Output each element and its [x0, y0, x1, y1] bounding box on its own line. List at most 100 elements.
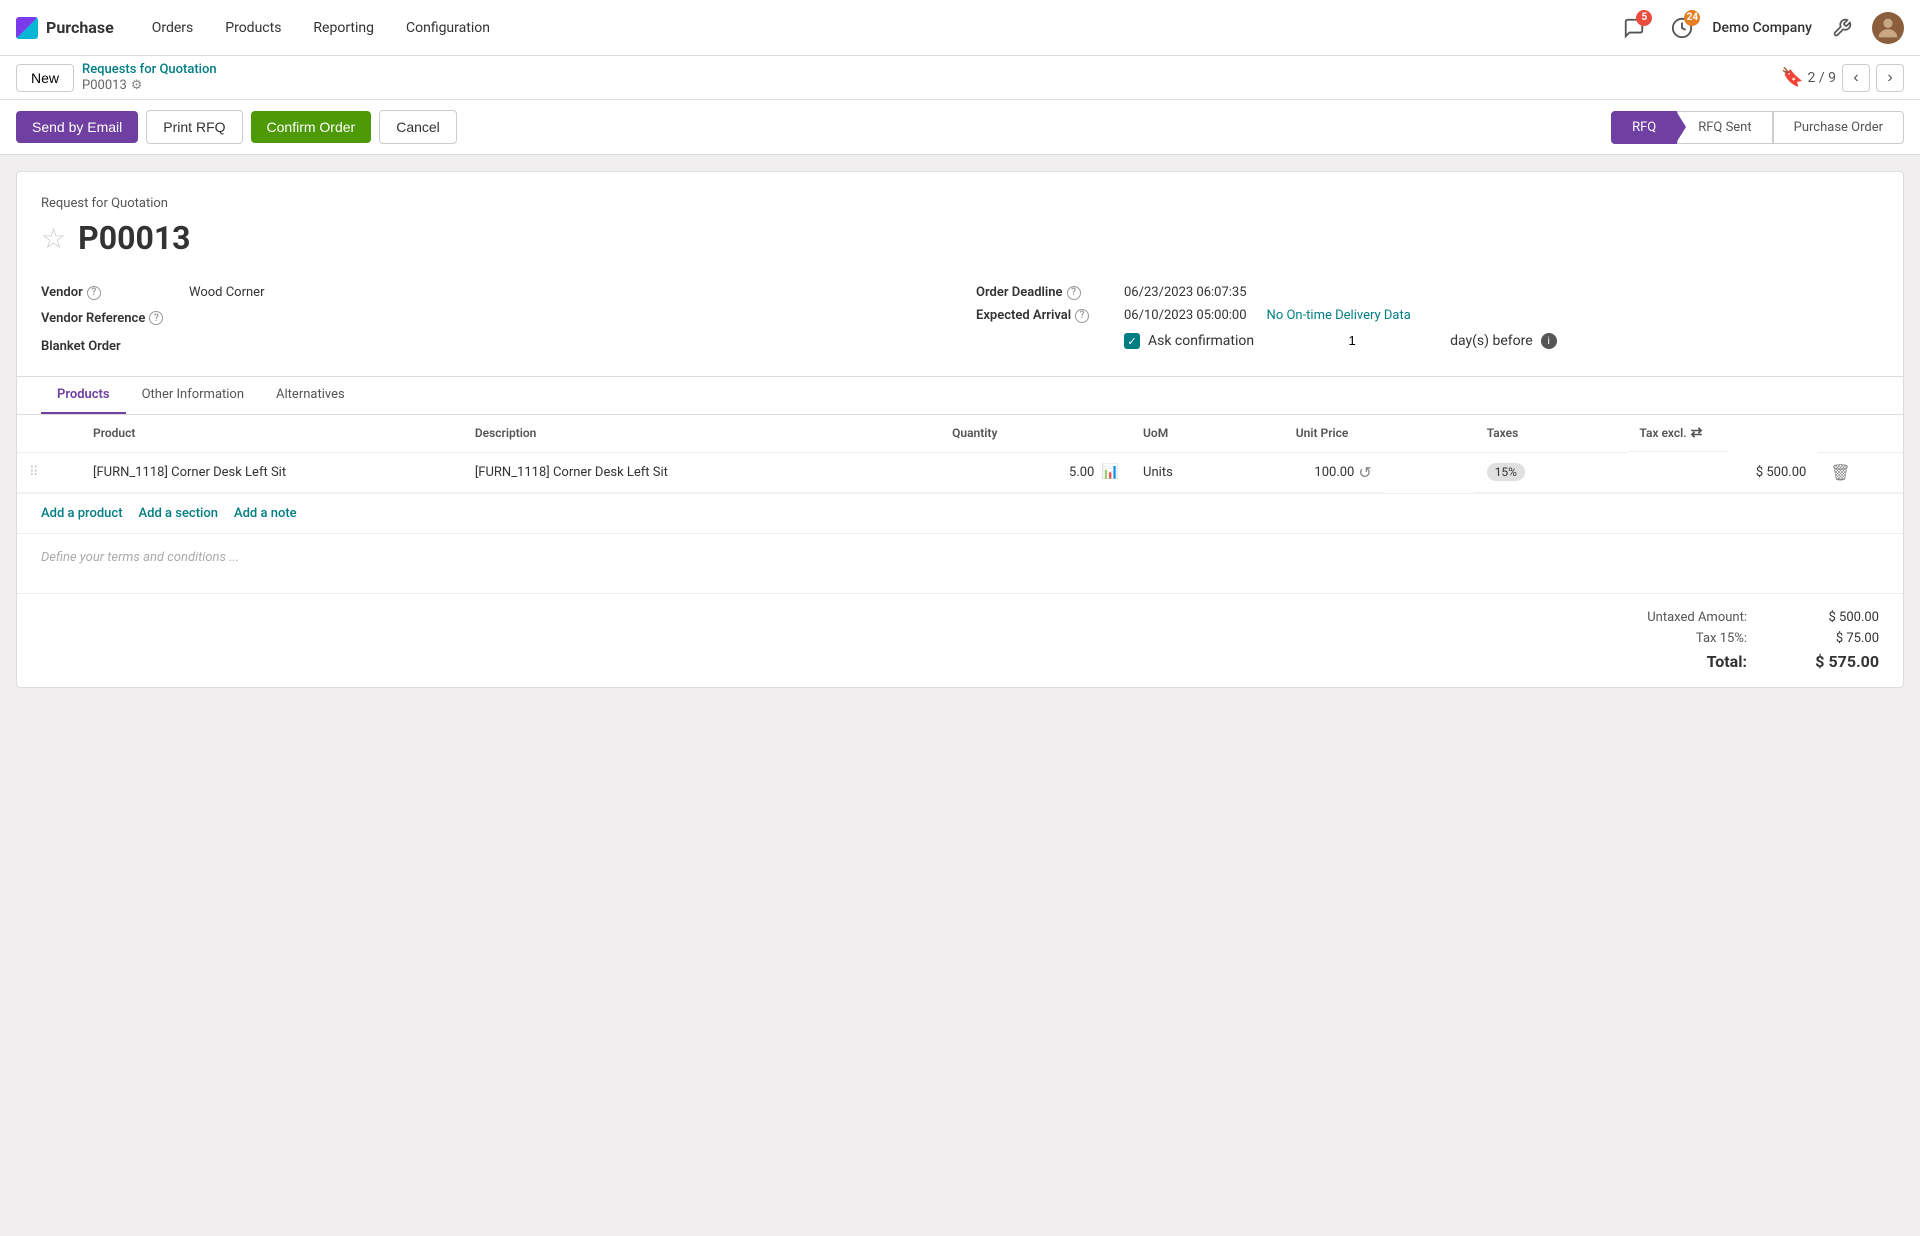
products-tab-content: Product Description Quantity UoM Unit Pr…	[17, 415, 1903, 533]
col-taxes-header: Taxes	[1475, 415, 1628, 452]
table-row: ⠿ [FURN_1118] Corner Desk Left Sit [FURN…	[17, 452, 1903, 493]
breadcrumb-parent-link[interactable]: Requests for Quotation	[82, 62, 217, 77]
add-product-link[interactable]: Add a product	[41, 506, 123, 521]
total-value: $ 575.00	[1779, 652, 1879, 671]
confirm-order-button[interactable]: Confirm Order	[251, 111, 372, 143]
product-cell[interactable]: [FURN_1118] Corner Desk Left Sit	[81, 452, 463, 493]
price-reset-icon[interactable]: ↺	[1358, 463, 1371, 482]
add-section-link[interactable]: Add a section	[139, 506, 218, 521]
form-fields-left: Vendor ? Wood Corner Vendor Reference ? …	[41, 281, 944, 360]
qty-chart-icon[interactable]: 📊	[1102, 464, 1119, 480]
total-label: Total:	[1607, 652, 1747, 671]
terms-section[interactable]: Define your terms and conditions ...	[17, 533, 1903, 593]
chat-button[interactable]: 5	[1616, 10, 1652, 46]
ask-confirmation-row: ✓ Ask confirmation day(s) before i	[976, 327, 1879, 355]
nav-right: 5 24 Demo Company	[1616, 10, 1904, 46]
app-name: Purchase	[46, 18, 114, 37]
tab-products[interactable]: Products	[41, 377, 126, 414]
print-rfq-button[interactable]: Print RFQ	[146, 110, 242, 144]
uom-cell[interactable]: Units	[1131, 452, 1284, 493]
vendor-row: Vendor ? Wood Corner	[41, 281, 944, 304]
expected-arrival-label: Expected Arrival ?	[976, 308, 1116, 323]
form-title-row: ☆ P00013	[41, 219, 1879, 257]
col-price-header: Unit Price	[1284, 415, 1475, 452]
total-cell: $ 500.00	[1627, 452, 1818, 493]
settings-button[interactable]	[1824, 10, 1860, 46]
delete-icon[interactable]: 🗑	[1830, 463, 1850, 482]
bookmark-icon[interactable]: 🔖	[1781, 67, 1803, 88]
drag-handle[interactable]: ⠿	[17, 452, 81, 493]
ask-confirmation-checkbox[interactable]: ✓	[1124, 333, 1140, 349]
cancel-button[interactable]: Cancel	[379, 110, 457, 144]
status-purchase-order[interactable]: Purchase Order	[1773, 111, 1904, 144]
pager-text: 2 / 9	[1808, 70, 1836, 86]
order-deadline-row: Order Deadline ? 06/23/2023 06:07:35	[976, 281, 1879, 304]
untaxed-row: Untaxed Amount: $ 500.00	[1607, 610, 1879, 625]
blanket-order-row: Blanket Order	[41, 332, 944, 360]
form-header: Request for Quotation ☆ P00013 Vendor ? …	[17, 172, 1903, 376]
company-name: Demo Company	[1712, 20, 1812, 36]
table-footer: Add a product Add a section Add a note	[17, 493, 1903, 533]
user-avatar[interactable]	[1872, 12, 1904, 44]
desc-cell[interactable]: [FURN_1118] Corner Desk Left Sit	[463, 452, 940, 493]
price-cell: 100.00 ↺	[1284, 453, 1384, 493]
status-pipeline: RFQ RFQ Sent Purchase Order	[1611, 111, 1904, 144]
status-rfq[interactable]: RFQ	[1611, 111, 1677, 144]
nav-products[interactable]: Products	[211, 12, 295, 44]
new-button[interactable]: New	[16, 64, 74, 92]
record-number-title: P00013	[78, 219, 190, 257]
expected-arrival-value[interactable]: 06/10/2023 05:00:00	[1124, 308, 1247, 323]
topnav: Purchase Orders Products Reporting Confi…	[0, 0, 1920, 56]
vendor-value[interactable]: Wood Corner	[189, 285, 264, 300]
favorite-star-icon[interactable]: ☆	[41, 222, 66, 255]
blanket-order-input[interactable]	[189, 336, 373, 356]
clock-badge: 24	[1684, 10, 1700, 26]
ask-confirmation-info-icon[interactable]: i	[1541, 333, 1557, 349]
tab-alternatives[interactable]: Alternatives	[260, 377, 361, 414]
nav-orders[interactable]: Orders	[138, 12, 208, 44]
order-deadline-label: Order Deadline ?	[976, 285, 1116, 300]
vendor-ref-help-icon[interactable]: ?	[149, 311, 163, 325]
order-deadline-value[interactable]: 06/23/2023 06:07:35	[1124, 285, 1247, 300]
form-fields: Vendor ? Wood Corner Vendor Reference ? …	[41, 281, 1879, 360]
grand-total-row: Total: $ 575.00	[1607, 652, 1879, 671]
clock-button[interactable]: 24	[1664, 10, 1700, 46]
vendor-help-icon[interactable]: ?	[87, 286, 101, 300]
col-action-header	[1818, 415, 1903, 452]
breadcrumb-left: New Requests for Quotation P00013 ⚙	[16, 62, 217, 93]
tax-label: Tax 15%:	[1607, 631, 1747, 646]
breadcrumb-right: 🔖 2 / 9 ‹ ›	[1781, 64, 1904, 92]
add-note-link[interactable]: Add a note	[234, 506, 297, 521]
vendor-label: Vendor ?	[41, 285, 181, 300]
expected-arrival-help-icon[interactable]: ?	[1075, 309, 1089, 323]
untaxed-value: $ 500.00	[1779, 610, 1879, 625]
tab-other-information[interactable]: Other Information	[126, 377, 260, 414]
column-adjust-icon[interactable]: ⇄	[1691, 425, 1703, 441]
tax-badge[interactable]: 15%	[1487, 463, 1525, 481]
expected-arrival-row: Expected Arrival ? 06/10/2023 05:00:00 N…	[976, 304, 1879, 327]
pager-prev-button[interactable]: ‹	[1842, 64, 1870, 92]
untaxed-label: Untaxed Amount:	[1607, 610, 1747, 625]
record-id: P00013	[82, 78, 127, 93]
nav-reporting[interactable]: Reporting	[299, 12, 388, 44]
ask-confirmation-days-input[interactable]	[1262, 331, 1442, 351]
order-deadline-help-icon[interactable]: ?	[1067, 286, 1081, 300]
nav-configuration[interactable]: Configuration	[392, 12, 504, 44]
no-delivery-link[interactable]: No On-time Delivery Data	[1267, 308, 1411, 323]
col-drag-header	[17, 415, 81, 452]
send-email-button[interactable]: Send by Email	[16, 111, 138, 143]
col-total-header: Tax excl. ⇄	[1627, 415, 1727, 452]
vendor-ref-input[interactable]	[189, 308, 373, 328]
col-desc-header: Description	[463, 415, 940, 452]
delete-row-action[interactable]: 🗑	[1818, 452, 1903, 493]
logo-icon	[16, 17, 38, 39]
pager: 2 / 9 ‹ ›	[1808, 64, 1904, 92]
breadcrumb-bar: New Requests for Quotation P00013 ⚙ 🔖 2 …	[0, 56, 1920, 100]
pager-next-button[interactable]: ›	[1876, 64, 1904, 92]
record-settings-icon[interactable]: ⚙	[131, 78, 143, 93]
app-logo[interactable]: Purchase	[16, 17, 114, 39]
form-fields-right: Order Deadline ? 06/23/2023 06:07:35 Exp…	[976, 281, 1879, 360]
vendor-ref-label: Vendor Reference ?	[41, 311, 181, 326]
col-product-header: Product	[81, 415, 463, 452]
status-rfq-sent[interactable]: RFQ Sent	[1677, 111, 1772, 144]
